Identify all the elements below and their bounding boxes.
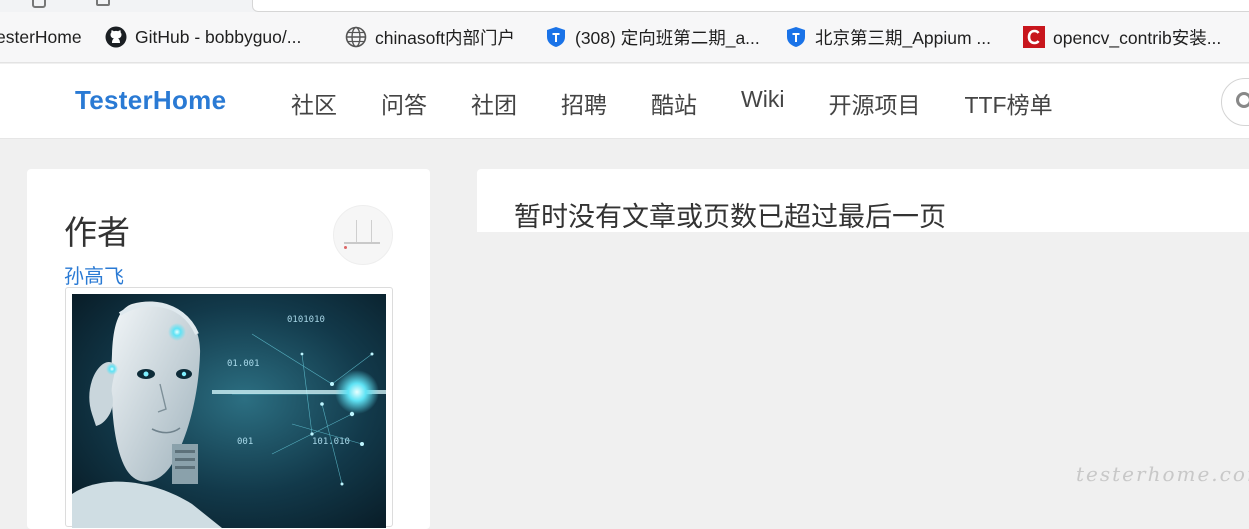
bookmark-label: (308) 定向班第二期_a... [575,27,760,48]
nav-item-qa[interactable]: 问答 [381,86,427,120]
bookmark-label: opencv_contrib安装... [1053,27,1222,48]
globe-icon [345,26,367,48]
nav-item-opensource[interactable]: 开源项目 [828,86,920,120]
nav-item-ttf-ranking[interactable]: TTF榜单 [964,86,1052,120]
csdn-icon [1023,26,1045,48]
svg-text:001: 001 [237,437,253,447]
browser-tab-icon[interactable] [96,0,110,6]
shield-icon [785,26,807,48]
bookmarks-bar: esterHome GitHub - bobbyguo/... chinasof… [0,12,1249,63]
author-banner-image: 0101010 01.001 101.010 001 [65,287,393,528]
site-navbar: TesterHome 社区 问答 社团 招聘 酷站 Wiki 开源项目 TTF榜… [0,64,1249,139]
search-icon [1236,92,1249,108]
bookmark-testerhome[interactable]: esterHome [0,12,82,62]
nav-item-sites[interactable]: 酷站 [651,86,697,120]
browser-toolbar [0,0,1249,12]
svg-text:01.001: 01.001 [227,359,260,369]
empty-state-message: 暂时没有文章或页数已超过最后一页 [514,202,946,232]
bookmark-appium[interactable]: 北京第三期_Appium ... [785,12,991,62]
bookmark-course-308[interactable]: (308) 定向班第二期_a... [545,12,760,62]
bookmark-label: chinasoft内部门户 [375,27,516,48]
bookmark-chinasoft[interactable]: chinasoft内部门户 [345,12,515,62]
bookmark-label: 北京第三期_Appium ... [815,27,992,48]
article-list-panel: 暂时没有文章或页数已超过最后一页 [477,169,1249,232]
brand-logo[interactable]: TesterHome [75,85,226,116]
author-card: 作者 孙高飞 0101010 01.001 101.010 001 [27,169,430,529]
robot-illustration: 0101010 01.001 101.010 001 [72,294,386,528]
author-name-link[interactable]: 孙高飞 [64,260,124,289]
bookmark-label: GitHub - bobbyguo/... [135,26,302,47]
nav-item-teams[interactable]: 社团 [471,86,517,120]
bookmark-opencv[interactable]: opencv_contrib安装... [1023,12,1221,62]
github-icon [105,26,127,48]
nav-item-wiki[interactable]: Wiki [741,86,784,120]
search-input[interactable] [1221,78,1249,126]
address-bar[interactable] [252,0,1249,12]
nav-menu: 社区 问答 社团 招聘 酷站 Wiki 开源项目 TTF榜单 [291,86,1097,120]
bookmark-github[interactable]: GitHub - bobbyguo/... [105,12,301,62]
author-card-title: 作者 [64,214,130,251]
bookmark-label: esterHome [0,26,82,47]
avatar[interactable] [333,205,393,265]
nav-item-jobs[interactable]: 招聘 [561,86,607,120]
watermark: testerhome.com [1076,462,1249,486]
shield-icon [545,26,567,48]
svg-text:0101010: 0101010 [287,315,325,325]
svg-text:101.010: 101.010 [312,437,350,447]
nav-item-community[interactable]: 社区 [291,86,337,120]
browser-back-icon[interactable] [32,0,46,8]
